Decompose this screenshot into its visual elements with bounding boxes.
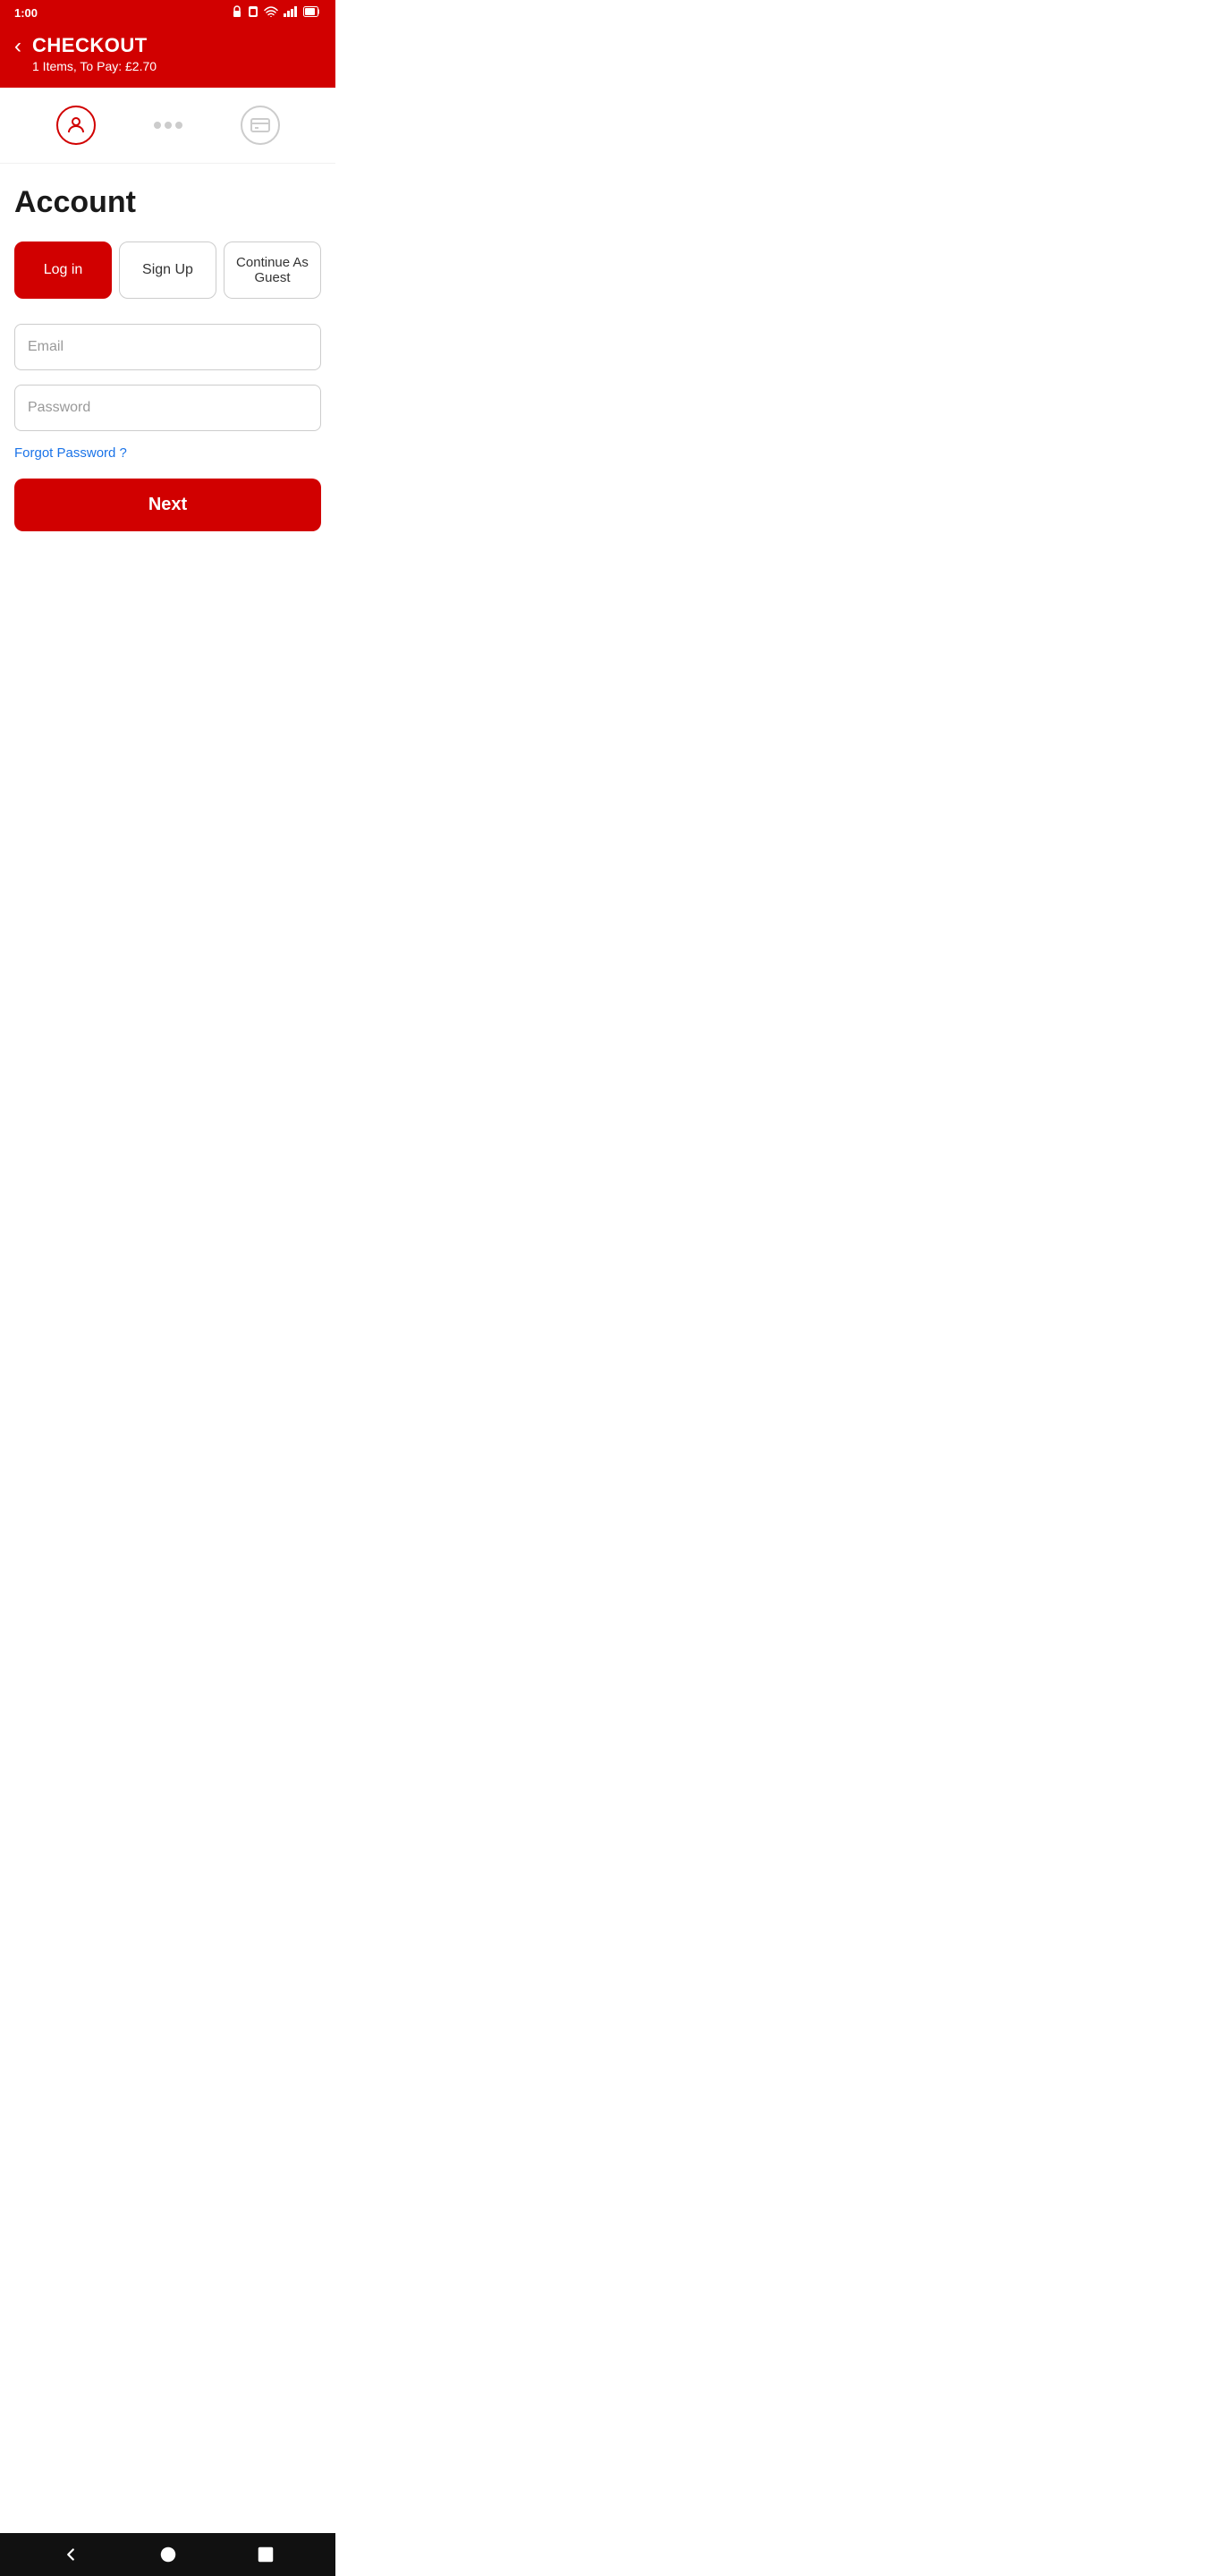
lock-icon bbox=[232, 5, 242, 21]
wifi-icon bbox=[264, 6, 278, 20]
header-content: CHECKOUT 1 Items, To Pay: £2.70 bbox=[32, 34, 157, 73]
nav-home-button[interactable] bbox=[150, 2537, 186, 2572]
signal-icon bbox=[284, 6, 298, 20]
account-step bbox=[56, 106, 96, 145]
account-step-circle bbox=[56, 106, 96, 145]
payment-step bbox=[241, 106, 280, 145]
bottom-nav bbox=[0, 2533, 335, 2576]
forgot-password-link[interactable]: Forgot Password ? bbox=[14, 445, 127, 461]
checkout-title: CHECKOUT bbox=[32, 34, 157, 57]
guest-tab[interactable]: Continue As Guest bbox=[224, 242, 321, 299]
signup-tab[interactable]: Sign Up bbox=[119, 242, 216, 299]
sim-icon bbox=[248, 5, 258, 21]
step-indicators bbox=[0, 88, 335, 164]
email-input[interactable] bbox=[14, 324, 321, 370]
status-icons bbox=[232, 5, 321, 21]
status-time: 1:00 bbox=[14, 6, 38, 20]
status-bar: 1:00 bbox=[0, 0, 335, 25]
dot-2 bbox=[165, 122, 172, 129]
next-button[interactable]: Next bbox=[14, 479, 321, 531]
battery-icon bbox=[303, 6, 321, 20]
checkout-subtitle: 1 Items, To Pay: £2.70 bbox=[32, 59, 157, 73]
password-form-group bbox=[14, 385, 321, 431]
dot-3 bbox=[175, 122, 182, 129]
step-dots bbox=[154, 122, 182, 129]
auth-tabs: Log in Sign Up Continue As Guest bbox=[14, 242, 321, 299]
nav-recent-button[interactable] bbox=[248, 2537, 284, 2572]
main-content: Account Log in Sign Up Continue As Guest… bbox=[0, 164, 335, 553]
checkout-header: ‹ CHECKOUT 1 Items, To Pay: £2.70 bbox=[0, 25, 335, 88]
nav-back-button[interactable] bbox=[53, 2537, 89, 2572]
page-title: Account bbox=[14, 185, 321, 220]
payment-step-circle bbox=[241, 106, 280, 145]
login-tab[interactable]: Log in bbox=[14, 242, 112, 299]
back-button[interactable]: ‹ bbox=[14, 36, 21, 57]
email-form-group bbox=[14, 324, 321, 370]
dot-1 bbox=[154, 122, 161, 129]
password-input[interactable] bbox=[14, 385, 321, 431]
